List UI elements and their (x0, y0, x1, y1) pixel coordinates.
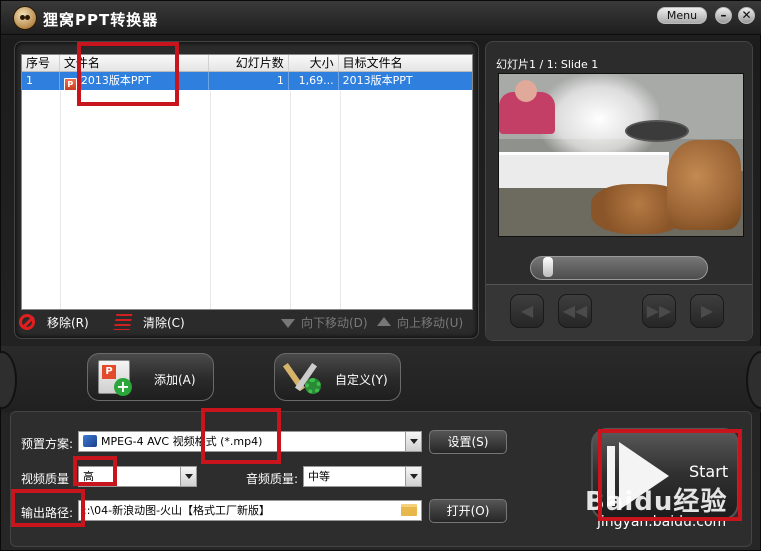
app-title: 狸窝PPT转换器 (43, 11, 159, 29)
chevron-down-icon[interactable] (405, 467, 421, 486)
table-header: 序号 文件名 幻灯片数 大小 目标文件名 (22, 55, 472, 72)
remove-icon (19, 314, 35, 330)
column-grid-lines (22, 91, 472, 309)
audio-quality-label: 音频质量: (246, 472, 299, 486)
forward-icon[interactable]: ▶▶ (642, 294, 676, 328)
person-head-shape (515, 80, 537, 102)
steam-shape (539, 74, 659, 164)
remove-label: 移除(R) (47, 316, 89, 330)
output-path-field[interactable]: ::\04-新浪动图-火山【格式工厂新版】 (78, 500, 422, 521)
move-up-button[interactable]: 向上移动(U) (377, 313, 463, 333)
menu-button[interactable]: Menu (657, 7, 707, 24)
output-path-label: 输出路径: (21, 506, 74, 520)
move-down-label: 向下移动(D) (301, 316, 368, 330)
open-button[interactable]: 打开(O) (429, 499, 507, 523)
last-icon[interactable]: ▶ (690, 294, 724, 328)
preset-value: MPEG-4 AVC 视频格式 (*.mp4) (101, 435, 263, 448)
remove-button[interactable]: 移除(R) (19, 313, 89, 333)
arrow-down-icon (281, 319, 295, 328)
menu-label: Menu (666, 9, 698, 22)
folder-icon[interactable] (401, 504, 417, 516)
file-table[interactable]: 序号 文件名 幻灯片数 大小 目标文件名 1 P 2013版本PPT 1 1,69… (21, 54, 473, 310)
preview-slider-thumb[interactable] (543, 257, 553, 277)
close-button[interactable]: ✕ (738, 7, 755, 24)
start-label: Start (689, 462, 729, 481)
preview-slider[interactable] (530, 256, 708, 280)
cell-size: 1,69... (289, 72, 339, 90)
settings-button[interactable]: 设置(S) (429, 430, 507, 454)
column-header-target-name[interactable]: 目标文件名 (339, 55, 472, 71)
rewind-icon[interactable]: ◀◀ (558, 294, 592, 328)
wok-shape (625, 120, 689, 142)
preset-label: 预置方案: (21, 437, 74, 451)
plus-icon: + (114, 378, 132, 396)
stove-shape (499, 152, 669, 188)
video-quality-value: 高 (83, 470, 94, 483)
cell-target-name: 2013版本PPT (342, 74, 413, 87)
app-window: 狸窝PPT转换器 Menu – ✕ 序号 文件名 幻灯片数 大小 目标文件名 1… (0, 0, 761, 551)
minimize-button[interactable]: – (715, 7, 732, 24)
column-header-index[interactable]: 序号 (22, 55, 60, 71)
title-bar[interactable]: 狸窝PPT转换器 Menu – ✕ (1, 1, 761, 35)
baidu-watermark-url: jingyan.baidu.com (597, 514, 727, 530)
file-list-panel: 序号 文件名 幻灯片数 大小 目标文件名 1 P 2013版本PPT 1 1,69… (14, 41, 479, 339)
slide-preview-image (498, 73, 744, 237)
arrow-up-icon (377, 317, 391, 326)
baidu-watermark: Baidu经验 (585, 487, 728, 517)
file-name-text: 2013版本PPT (80, 74, 151, 87)
customize-button[interactable]: 自定义(Y) (274, 353, 401, 401)
add-button[interactable]: + 添加(A) (87, 353, 214, 401)
player-controls: ◀ ◀◀ ▶▶ ▶ (486, 242, 752, 340)
raccoon-logo-icon (13, 6, 37, 30)
preview-panel: 幻灯片1 / 1: Slide 1 ◀ ◀◀ ▶▶ ▶ (485, 41, 753, 341)
clear-icon (113, 314, 133, 330)
chevron-down-icon[interactable] (405, 432, 421, 451)
slide-counter: 幻灯片1 / 1: Slide 1 (496, 58, 599, 71)
first-icon[interactable]: ◀ (510, 294, 544, 328)
clear-label: 清除(C) (143, 316, 185, 330)
video-quality-label: 视频质量 (21, 472, 70, 486)
move-down-button[interactable]: 向下移动(D) (281, 313, 368, 333)
column-header-slides[interactable]: 幻灯片数 (209, 55, 289, 71)
customize-label: 自定义(Y) (335, 373, 388, 387)
output-path-value: ::\04-新浪动图-火山【格式工厂新版】 (83, 504, 271, 517)
clear-button[interactable]: 清除(C) (113, 313, 185, 333)
cell-slides: 1 (209, 72, 289, 90)
move-up-label: 向上移动(U) (397, 316, 464, 330)
preset-select[interactable]: MPEG-4 AVC 视频格式 (*.mp4) (78, 431, 422, 452)
cell-index: 1 (22, 72, 60, 90)
table-row[interactable]: 1 P 2013版本PPT 1 1,69... 2013版本PPT (22, 72, 472, 90)
tools-gear-icon (282, 360, 321, 396)
ppt-file-icon: P (63, 78, 77, 90)
cell-file-name: P 2013版本PPT (60, 72, 210, 90)
audio-quality-value: 中等 (308, 470, 330, 483)
list-actions-bar: 移除(R) 清除(C) 向下移动(D) 向上移动(U) (19, 313, 469, 335)
dog-shape (667, 140, 741, 230)
column-header-file-name[interactable]: 文件名 (60, 55, 210, 71)
chevron-down-icon[interactable] (180, 467, 196, 486)
video-format-icon (83, 435, 97, 447)
audio-quality-select[interactable]: 中等 (303, 466, 422, 487)
add-label: 添加(A) (154, 373, 196, 387)
video-quality-select[interactable]: 高 (78, 466, 197, 487)
column-header-size[interactable]: 大小 (289, 55, 339, 71)
